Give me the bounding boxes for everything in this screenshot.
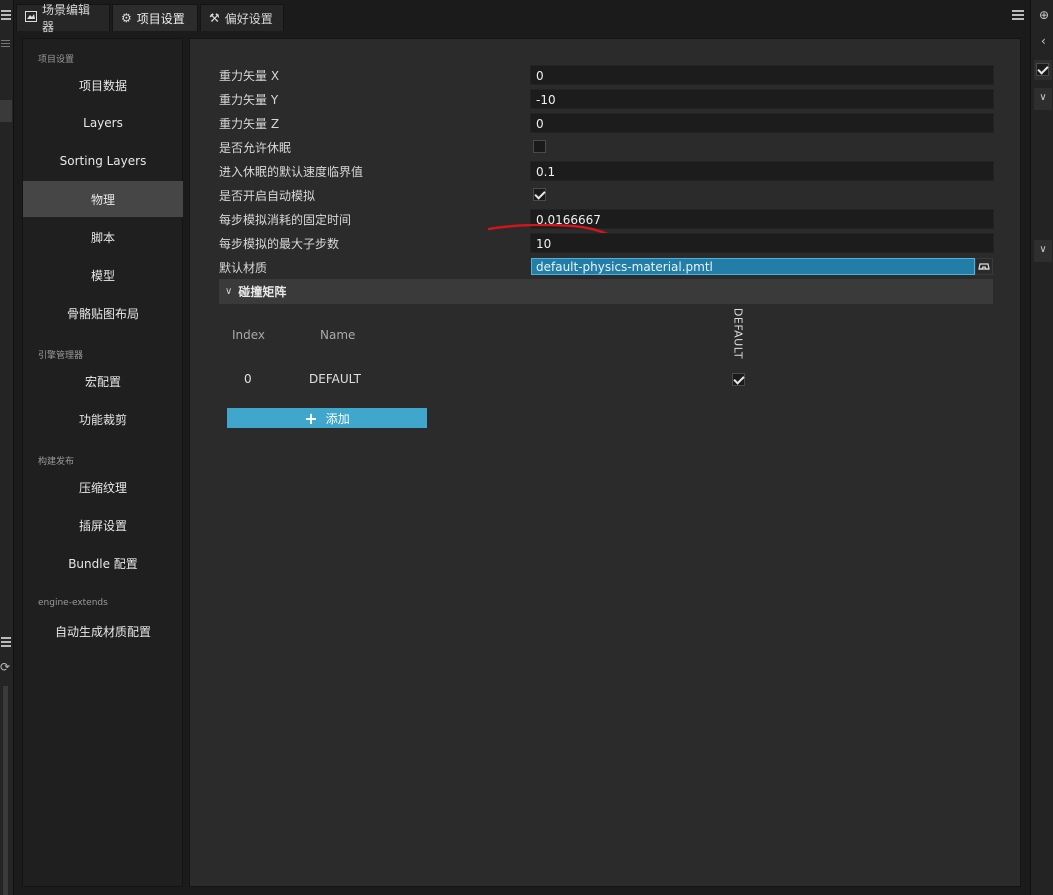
collision-matrix-title: 碰撞矩阵 bbox=[238, 285, 287, 299]
tab-label: 场景编辑器 bbox=[42, 3, 91, 34]
checkbox[interactable] bbox=[1036, 63, 1049, 76]
inbox-icon bbox=[978, 263, 990, 270]
left-panel-scrollbar[interactable] bbox=[3, 686, 8, 895]
sidebar-item-bundle-config[interactable]: Bundle 配置 bbox=[23, 545, 183, 581]
toggle-checkbox[interactable] bbox=[1034, 60, 1052, 80]
gravity-z-label: 重力矢量 Z bbox=[219, 117, 280, 131]
sidebar-item-script[interactable]: 脚本 bbox=[23, 219, 183, 255]
settings-sidebar: 项目设置 项目数据 Layers Sorting Layers 物理 脚本 模型… bbox=[22, 38, 183, 887]
max-substeps-input[interactable]: 10 bbox=[530, 233, 994, 253]
chevron-left-icon[interactable]: ‹ bbox=[1041, 34, 1053, 48]
tab-scene-editor[interactable]: 场景编辑器 bbox=[16, 3, 110, 34]
tools-icon: ⚒ bbox=[209, 11, 220, 25]
section-title: 引擎管理器 bbox=[38, 351, 84, 361]
auto-simulation-checkbox[interactable] bbox=[533, 188, 546, 201]
allow-sleep-checkbox[interactable] bbox=[533, 140, 546, 153]
menu-icon[interactable] bbox=[1, 40, 10, 49]
tab-label: 项目设置 bbox=[136, 11, 185, 26]
section-title: 项目设置 bbox=[38, 55, 75, 65]
default-material-asset-field[interactable]: default-physics-material.pmtl bbox=[531, 258, 975, 275]
default-material-label: 默认材质 bbox=[219, 261, 268, 275]
sidebar-item-project-data[interactable]: 项目数据 bbox=[23, 67, 183, 103]
left-panel-scroll-handle[interactable] bbox=[0, 100, 12, 122]
plus-icon: + bbox=[304, 408, 318, 428]
sidebar-item-layers[interactable]: Layers bbox=[23, 105, 183, 141]
asset-picker-button[interactable] bbox=[975, 258, 993, 275]
gravity-z-input[interactable]: 0 bbox=[530, 113, 994, 133]
sidebar-item-feature-cropping[interactable]: 功能裁剪 bbox=[23, 401, 183, 437]
physics-settings-panel: 重力矢量 X 0 重力矢量 Y -10 重力矢量 Z 0 是否允许休眠 进入休眠… bbox=[189, 38, 1021, 887]
sidebar-item-physics[interactable]: 物理 bbox=[23, 181, 183, 217]
group-index: 0 bbox=[244, 372, 252, 386]
gravity-x-label: 重力矢量 X bbox=[219, 69, 280, 83]
chevron-down-icon[interactable]: ∨ bbox=[1034, 240, 1052, 262]
tab-project-settings[interactable]: ⚙ 项目设置 bbox=[112, 4, 198, 31]
max-substeps-label: 每步模拟的最大子步数 bbox=[219, 237, 340, 251]
section-title: 构建发布 bbox=[38, 457, 75, 467]
sleep-threshold-input[interactable]: 0.1 bbox=[530, 161, 994, 181]
menu-icon[interactable] bbox=[1, 10, 11, 22]
sidebar-item-skeleton-layout[interactable]: 骨骼贴图布局 bbox=[23, 295, 183, 331]
chevron-down-icon[interactable]: ∨ bbox=[1034, 88, 1052, 110]
sidebar-item-splash-settings[interactable]: 插屏设置 bbox=[23, 507, 183, 543]
chevron-down-icon: ∨ bbox=[225, 286, 233, 297]
sidebar-item-auto-material[interactable]: 自动生成材质配置 bbox=[23, 613, 183, 649]
collision-default-default-checkbox[interactable] bbox=[732, 373, 745, 386]
sidebar-item-macros[interactable]: 宏配置 bbox=[23, 363, 183, 399]
scene-editor-icon bbox=[25, 11, 37, 25]
gear-icon: ⚙ bbox=[121, 11, 132, 25]
globe-icon[interactable]: ⊕ bbox=[1039, 8, 1053, 22]
group-name: DEFAULT bbox=[309, 372, 361, 386]
sidebar-item-texture-compress[interactable]: 压缩纹理 bbox=[23, 469, 183, 505]
left-dock-strip: ⟳ bbox=[0, 0, 14, 895]
name-column-header: Name bbox=[320, 328, 356, 342]
allow-sleep-label: 是否允许休眠 bbox=[219, 141, 292, 155]
auto-simulation-label: 是否开启自动模拟 bbox=[219, 189, 316, 203]
collision-matrix-header[interactable]: ∨ 碰撞矩阵 bbox=[219, 279, 993, 304]
fixed-time-step-label: 每步模拟消耗的固定时间 bbox=[219, 213, 352, 227]
refresh-icon[interactable]: ⟳ bbox=[0, 660, 10, 674]
sidebar-item-model[interactable]: 模型 bbox=[23, 257, 183, 293]
gravity-y-input[interactable]: -10 bbox=[530, 89, 994, 109]
add-group-button[interactable]: + 添加 bbox=[227, 408, 427, 428]
sidebar-item-sorting-layers[interactable]: Sorting Layers bbox=[23, 143, 183, 179]
tab-preferences[interactable]: ⚒ 偏好设置 bbox=[200, 4, 284, 31]
panel-menu-icon[interactable] bbox=[1012, 10, 1024, 21]
right-dock-strip: ⊕ ‹ ∨ ∨ bbox=[1030, 0, 1053, 895]
group-column-header: DEFAULT bbox=[731, 307, 745, 360]
menu-icon[interactable] bbox=[1, 637, 11, 649]
gravity-y-label: 重力矢量 Y bbox=[219, 93, 279, 107]
tab-label: 偏好设置 bbox=[224, 11, 273, 26]
sleep-threshold-label: 进入休眠的默认速度临界值 bbox=[219, 165, 364, 179]
section-title: engine-extends bbox=[38, 598, 108, 608]
index-column-header: Index bbox=[232, 328, 266, 342]
gravity-x-input[interactable]: 0 bbox=[530, 65, 994, 85]
